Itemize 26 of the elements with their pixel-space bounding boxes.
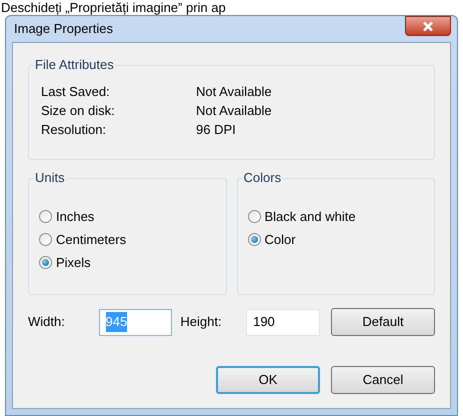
- cancel-button[interactable]: Cancel: [331, 366, 435, 394]
- attribute-value: Not Available: [196, 102, 272, 120]
- attribute-value: Not Available: [196, 82, 272, 101]
- radio-option[interactable]: Black and white: [248, 205, 434, 228]
- radio-button[interactable]: [39, 256, 52, 269]
- radio-button[interactable]: [248, 233, 260, 246]
- default-button[interactable]: Default: [330, 308, 435, 336]
- caption-text: Deschideți „Proprietăți imagine” prin ap: [0, 0, 226, 15]
- attribute-label: Size on disk:: [41, 102, 116, 120]
- attribute-label: Resolution:: [41, 120, 108, 139]
- radio-button[interactable]: [248, 210, 260, 223]
- attribute-label: Last Saved:: [41, 82, 111, 101]
- radio-button[interactable]: [39, 233, 52, 246]
- radio-option[interactable]: Pixels: [39, 251, 226, 274]
- radio-option[interactable]: Inches: [39, 205, 226, 228]
- height-field[interactable]: 190: [246, 308, 320, 336]
- radio-button[interactable]: [39, 210, 52, 223]
- width-label: Width:: [28, 313, 66, 332]
- height-label: Height:: [179, 313, 223, 332]
- attribute-value: 96 DPI: [196, 120, 236, 139]
- radio-option[interactable]: Color: [248, 228, 434, 251]
- ok-button[interactable]: OK: [216, 366, 320, 394]
- close-icon: [422, 20, 434, 32]
- radio-option[interactable]: Centimeters: [39, 228, 226, 251]
- window-title: Image Properties: [13, 20, 113, 38]
- close-button[interactable]: [405, 16, 451, 36]
